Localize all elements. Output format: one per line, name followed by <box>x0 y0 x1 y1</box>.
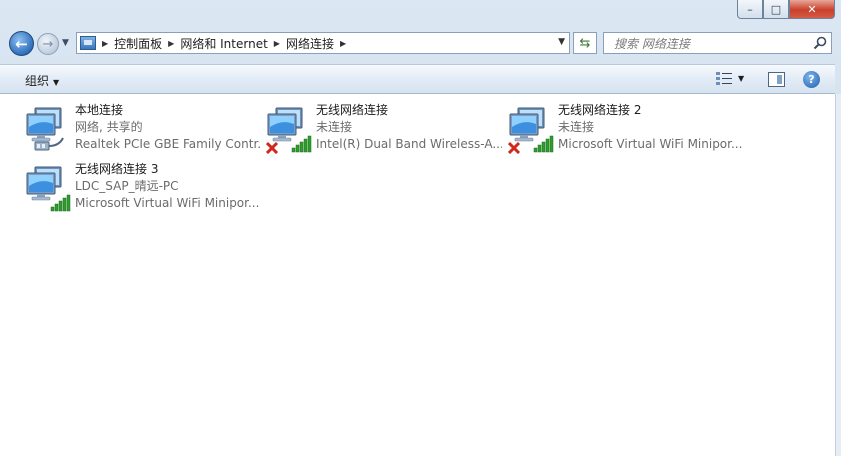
connection-name: 无线网络连接 <box>316 103 389 117</box>
breadcrumb-network-connections[interactable]: 网络连接 <box>286 35 334 52</box>
close-button[interactable]: ✕ <box>789 0 835 19</box>
wireless-network-icon <box>266 107 312 154</box>
refresh-icon: ⇆ <box>579 35 591 51</box>
chevron-down-icon: ▼ <box>53 78 60 87</box>
connection-status: 未连接 <box>558 120 595 134</box>
preview-pane-button[interactable] <box>768 72 785 87</box>
address-bar[interactable]: ▶ 控制面板 ▶ 网络和 Internet ▶ 网络连接 ▶ ▼ <box>76 32 570 54</box>
signal-bars-icon <box>50 194 71 212</box>
chevron-down-icon: ▼ <box>738 73 745 83</box>
chevron-right-icon[interactable]: ▶ <box>274 39 280 48</box>
back-button[interactable]: ← <box>9 31 34 56</box>
search-input[interactable] <box>612 34 806 54</box>
control-panel-icon <box>80 36 96 50</box>
connection-status: LDC_SAP_晴远-PC <box>75 179 179 193</box>
connection-item-1[interactable]: 本地连接 网络, 共享的 Realtek PCIe GBE Family Con… <box>25 102 263 158</box>
wired-network-icon <box>26 107 64 151</box>
minimize-button[interactable]: – <box>737 0 763 19</box>
connection-status: 未连接 <box>316 120 353 134</box>
connection-device: Microsoft Virtual WiFi Minipor... <box>558 137 743 151</box>
organize-button[interactable]: 组织 ▼ <box>25 72 59 89</box>
magnifier-icon[interactable] <box>813 36 827 50</box>
connection-name: 无线网络连接 2 <box>558 103 642 117</box>
command-bar: 组织 ▼ ▼ ? <box>0 64 835 94</box>
view-list-icon <box>716 72 732 85</box>
back-arrow-icon: ← <box>15 34 28 53</box>
connection-name: 无线网络连接 3 <box>75 162 159 176</box>
connection-status: 网络, 共享的 <box>75 120 143 134</box>
chevron-right-icon[interactable]: ▶ <box>340 39 346 48</box>
connection-name: 本地连接 <box>75 103 124 117</box>
maximize-button[interactable]: □ <box>763 0 789 19</box>
connection-device: Realtek PCIe GBE Family Contr... <box>75 137 261 151</box>
address-dropdown-icon[interactable]: ▼ <box>558 37 565 47</box>
help-button[interactable]: ? <box>803 71 820 88</box>
connections-list: 本地连接 网络, 共享的 Realtek PCIe GBE Family Con… <box>0 94 835 456</box>
forward-arrow-icon: → <box>42 36 54 52</box>
forward-button[interactable]: → <box>37 33 59 55</box>
connection-item-2[interactable]: 无线网络连接 未连接 Intel(R) Dual Band Wireless-A… <box>266 102 504 158</box>
disconnected-x-icon <box>266 141 279 154</box>
chevron-right-icon[interactable]: ▶ <box>168 39 174 48</box>
wireless-network-icon <box>508 107 554 154</box>
signal-bars-icon <box>291 135 312 153</box>
connection-item-4[interactable]: 无线网络连接 3 LDC_SAP_晴远-PC Microsoft Virtual… <box>25 161 263 217</box>
breadcrumb-control-panel[interactable]: 控制面板 <box>114 35 162 52</box>
disconnected-x-icon <box>508 141 521 154</box>
help-icon: ? <box>808 73 815 86</box>
caption-buttons: – □ ✕ <box>737 0 835 19</box>
wireless-network-icon <box>26 166 71 212</box>
connection-item-3[interactable]: 无线网络连接 2 未连接 Microsoft Virtual WiFi Mini… <box>508 102 746 158</box>
explorer-window: – □ ✕ ← → ▼ ▶ 控制面板 ▶ 网络和 Internet ▶ 网络连接… <box>0 0 841 456</box>
recent-pages-dropdown[interactable]: ▼ <box>62 38 69 48</box>
connection-device: Intel(R) Dual Band Wireless-A... <box>316 137 502 151</box>
organize-label: 组织 <box>25 74 50 88</box>
connection-device: Microsoft Virtual WiFi Minipor... <box>75 196 260 210</box>
chevron-right-icon[interactable]: ▶ <box>102 39 108 48</box>
vertical-scrollbar[interactable] <box>835 94 841 456</box>
refresh-button[interactable]: ⇆ <box>573 32 597 54</box>
change-view-button[interactable]: ▼ <box>716 71 744 85</box>
search-box <box>603 32 832 54</box>
signal-bars-icon <box>533 135 554 153</box>
breadcrumb-network-internet[interactable]: 网络和 Internet <box>180 35 267 52</box>
